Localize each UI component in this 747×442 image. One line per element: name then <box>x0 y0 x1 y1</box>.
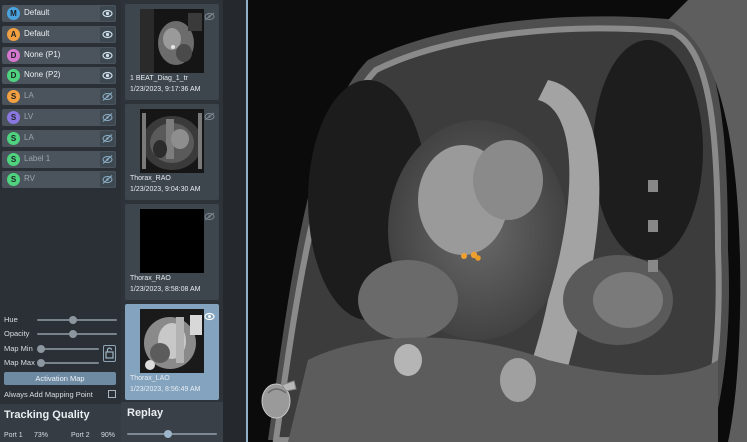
layer-badge: A <box>7 27 20 41</box>
layer-item[interactable]: S Label 1 <box>2 150 116 168</box>
series-name: Thorax_LAO <box>130 375 170 382</box>
layer-item[interactable]: A Default <box>2 25 116 43</box>
tracking-quality-title: Tracking Quality <box>4 409 90 421</box>
layer-label: Default <box>24 28 50 38</box>
eye-off-icon[interactable] <box>100 130 115 146</box>
map-min-label: Map Min <box>4 344 33 353</box>
mapping-point[interactable] <box>475 255 481 261</box>
layer-label: RV <box>24 174 35 184</box>
map-min-slider-knob[interactable] <box>37 345 45 353</box>
series-thumbnail <box>140 209 204 273</box>
hue-row: Hue <box>4 315 117 325</box>
layer-badge: S <box>7 111 20 124</box>
port2-value: 90% <box>101 432 116 439</box>
eye-off-icon[interactable] <box>204 208 215 226</box>
hue-slider-track[interactable] <box>37 319 117 321</box>
series-thumbnail <box>140 9 204 73</box>
layer-badge: D <box>7 69 20 83</box>
layer-item[interactable]: M Default <box>2 5 116 22</box>
layer-item[interactable]: S RV <box>2 171 116 189</box>
hue-label: Hue <box>4 315 18 324</box>
eye-off-icon[interactable] <box>100 151 115 167</box>
series-panel: 1 BEAT_Diag_1_tr 1/23/2023, 9:17:36 AM T… <box>121 0 342 442</box>
series-card[interactable]: Thorax_RAO 1/23/2023, 8:58:08 AM <box>125 204 219 300</box>
tracking-quality-panel: Tracking Quality Port 1 73% Port 2 90% <box>0 404 121 442</box>
series-card-selected[interactable]: Thorax_LAO 1/23/2023, 8:56:49 AM <box>125 304 219 400</box>
series-time: 1/23/2023, 8:58:08 AM <box>130 286 201 293</box>
always-add-checkbox[interactable] <box>108 390 116 398</box>
hue-slider-knob[interactable] <box>69 316 77 324</box>
port2-label: Port 2 <box>71 432 90 439</box>
port1-value: 73% <box>34 432 49 439</box>
eye-off-icon[interactable] <box>204 8 215 26</box>
layer-label: Label 1 <box>24 153 51 163</box>
series-thumbnail <box>140 309 204 373</box>
layer-label: LV <box>24 112 34 121</box>
replay-slider-knob[interactable] <box>163 430 172 438</box>
layer-item[interactable]: S LA <box>2 88 116 106</box>
layer-badge: S <box>7 173 20 187</box>
replay-panel: Replay <box>121 402 223 442</box>
layer-label: LA <box>24 132 34 142</box>
series-thumbnail <box>140 109 204 173</box>
series-time: 1/23/2023, 9:04:30 AM <box>130 186 201 193</box>
series-time: 1/23/2023, 8:56:49 AM <box>130 386 201 393</box>
layer-label: None (P1) <box>24 49 61 59</box>
map-max-slider-knob[interactable] <box>37 359 45 367</box>
replay-title: Replay <box>127 407 164 419</box>
series-card[interactable]: Thorax_RAO 1/23/2023, 9:04:30 AM <box>125 104 219 200</box>
layer-item[interactable]: D None (P2) <box>2 67 116 85</box>
layer-item[interactable]: S LV <box>2 109 116 126</box>
opacity-row: Opacity <box>4 329 117 339</box>
map-range-lock-button[interactable] <box>103 345 116 362</box>
layer-badge: S <box>7 131 20 145</box>
series-name: 1 BEAT_Diag_1_tr <box>130 75 188 82</box>
layers-panel: M Default A Default D None (P1) D None (P2) S LA S… <box>0 0 121 442</box>
mri-image <box>248 0 747 442</box>
map-max-slider-track[interactable] <box>37 362 99 364</box>
layer-badge: M <box>7 7 20 20</box>
eye-icon[interactable] <box>100 26 115 42</box>
layer-badge: S <box>7 152 20 166</box>
eye-icon[interactable] <box>204 308 215 326</box>
series-name: Thorax_RAO <box>130 275 171 282</box>
eye-off-icon[interactable] <box>100 89 115 105</box>
mri-viewport[interactable] <box>248 0 747 442</box>
map-min-slider-track[interactable] <box>37 348 99 350</box>
layer-label: None (P2) <box>24 70 61 80</box>
map-max-label: Map Max <box>4 358 35 367</box>
layer-item[interactable]: S LA <box>2 129 116 147</box>
map-max-row: Map Max <box>4 358 116 368</box>
map-min-row: Map Min <box>4 344 116 354</box>
opacity-slider-track[interactable] <box>37 333 117 335</box>
layer-item[interactable]: D None (P1) <box>2 46 116 64</box>
lock-icon <box>105 347 114 359</box>
opacity-slider-knob[interactable] <box>69 330 77 338</box>
eye-off-icon[interactable] <box>204 108 215 126</box>
layer-label: Default <box>24 8 50 17</box>
layer-badge: S <box>7 90 20 104</box>
replay-slider-track[interactable] <box>127 433 217 435</box>
series-time: 1/23/2023, 9:17:36 AM <box>130 86 201 93</box>
eye-icon[interactable] <box>100 47 115 63</box>
panel-divider <box>223 0 248 442</box>
orientation-icon[interactable] <box>260 375 300 423</box>
layer-label: LA <box>24 91 34 101</box>
mapping-point[interactable] <box>461 253 467 259</box>
port1-label: Port 1 <box>4 432 23 439</box>
always-add-label: Always Add Mapping Point <box>4 390 93 399</box>
opacity-label: Opacity <box>4 329 30 338</box>
eye-icon[interactable] <box>100 6 115 21</box>
eye-off-icon[interactable] <box>100 172 115 188</box>
eye-icon[interactable] <box>100 68 115 84</box>
layer-badge: D <box>7 48 20 62</box>
activation-map-button[interactable]: Activation Map <box>4 372 116 385</box>
series-card[interactable]: 1 BEAT_Diag_1_tr 1/23/2023, 9:17:36 AM <box>125 4 219 100</box>
eye-off-icon[interactable] <box>100 110 115 125</box>
series-name: Thorax_RAO <box>130 175 171 182</box>
